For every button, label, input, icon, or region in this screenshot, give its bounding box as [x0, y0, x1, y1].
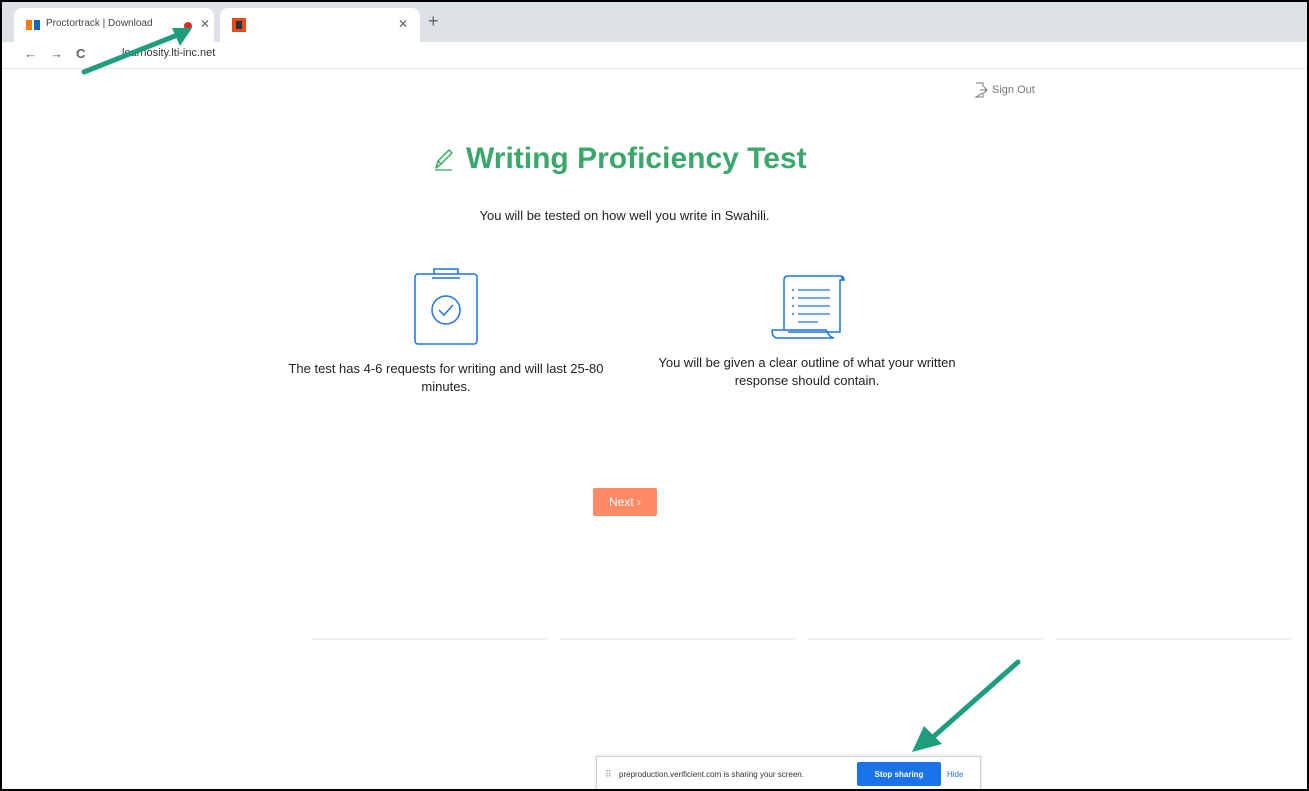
divider	[560, 638, 796, 640]
share-message: preproduction.verificient.com is sharing…	[619, 770, 804, 779]
drag-handle-icon[interactable]: ⠿	[605, 769, 612, 780]
proctortrack-favicon-icon	[26, 20, 40, 30]
hide-share-bar-button[interactable]: Hide	[947, 770, 963, 779]
divider	[1056, 638, 1292, 640]
divider	[312, 638, 548, 640]
close-tab-icon[interactable]: ✕	[200, 17, 210, 31]
page-title-text: Writing Proficiency Test	[466, 142, 807, 175]
scroll-document-icon	[771, 275, 845, 339]
sign-out-label: Sign Out	[992, 84, 1035, 96]
sign-out-icon	[974, 82, 988, 98]
forward-icon[interactable]: →	[50, 46, 63, 61]
site-favicon-icon	[232, 18, 246, 32]
sign-out-link[interactable]: Sign Out	[974, 82, 1035, 98]
page-title: Writing Proficiency Test	[430, 142, 807, 176]
info-card-text: You will be given a clear outline of wha…	[658, 355, 956, 388]
browser-tab-second[interactable]: ✕	[220, 8, 420, 42]
info-card-outline: You will be given a clear outline of wha…	[647, 272, 967, 390]
clipboard-check-icon	[414, 268, 478, 345]
new-tab-icon[interactable]: +	[428, 11, 439, 32]
page-subtitle: You will be tested on how well you write…	[479, 208, 770, 223]
screenshot-frame: Proctortrack | Download ✕ ✕ + ← → C lear…	[0, 0, 1309, 791]
next-button[interactable]: Next ›	[593, 488, 657, 516]
screen-share-bar: ⠿ preproduction.verificient.com is shari…	[596, 756, 981, 789]
divider	[808, 638, 1044, 640]
back-icon[interactable]: ←	[24, 46, 37, 61]
info-card-duration: The test has 4-6 requests for writing an…	[286, 266, 606, 396]
stop-sharing-button[interactable]: Stop sharing	[857, 762, 941, 786]
info-card-text: The test has 4-6 requests for writing an…	[288, 361, 604, 394]
annotation-arrow-icon	[912, 659, 1021, 752]
annotation-arrow-icon	[81, 28, 192, 75]
pencil-icon	[435, 149, 453, 171]
close-tab-icon[interactable]: ✕	[398, 17, 408, 31]
